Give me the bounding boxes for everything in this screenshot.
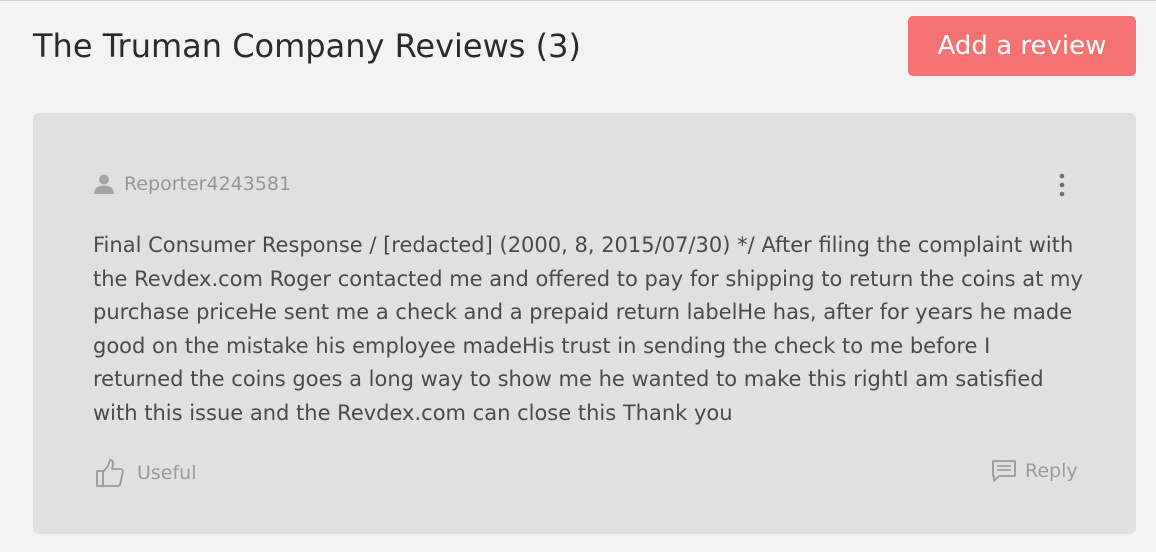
reply-label: Reply	[1025, 460, 1078, 482]
page-title: The Truman Company Reviews (3)	[33, 27, 581, 65]
thumbs-up-icon	[95, 458, 125, 488]
user-icon	[93, 173, 115, 195]
reviews-header: The Truman Company Reviews (3) Add a rev…	[0, 1, 1156, 101]
reviewer: Reporter4243581	[93, 171, 291, 197]
useful-label: Useful	[137, 462, 197, 484]
review-card: Reporter4243581 Final Consumer Response …	[33, 113, 1136, 534]
comment-icon	[991, 459, 1017, 483]
more-vertical-icon[interactable]	[1051, 171, 1073, 199]
reviewer-name: Reporter4243581	[124, 173, 292, 195]
add-review-button[interactable]: Add a review	[908, 16, 1136, 76]
useful-button[interactable]: Useful	[95, 457, 197, 489]
reply-button[interactable]: Reply	[991, 456, 1078, 486]
review-text: Final Consumer Response / [redacted] (20…	[93, 233, 1083, 425]
